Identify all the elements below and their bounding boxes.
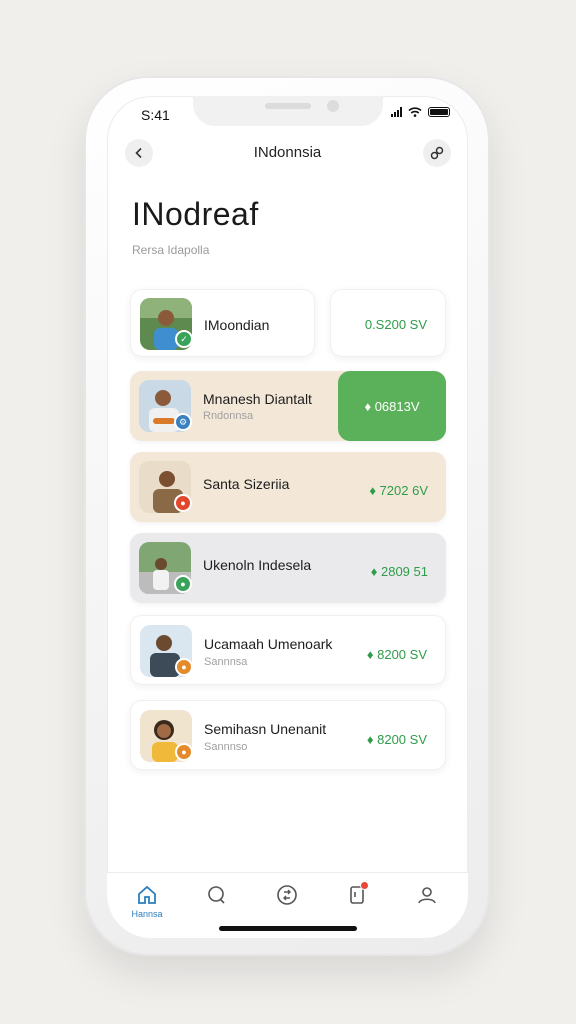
page-subtitle: Rersa Idapolla — [132, 243, 210, 257]
item-name: Semihasn Unenanit — [204, 721, 327, 737]
item-value: ♦ 8200 SV — [366, 732, 427, 747]
list-item[interactable]: ● Ucamaah Umenoark Sannnsa ♦ 8200 SV — [130, 615, 446, 685]
link-button[interactable] — [423, 139, 451, 167]
status-time: S:41 — [141, 107, 170, 123]
tab-chat[interactable] — [197, 883, 237, 923]
speaker-grille — [265, 103, 311, 109]
link-icon — [430, 146, 444, 160]
notification-dot — [360, 881, 369, 890]
list-item[interactable]: ● Ukenoln Indesela ♦ 2809 51 — [130, 533, 446, 603]
list-item[interactable]: ⚙ Mnanesh Diantalt Rndonnsa ♦ 06813V — [130, 371, 446, 441]
phone-screen: S:41 INdonnsia INodreaf Rersa Idapolla ✓… — [107, 96, 468, 938]
volume-down-button — [80, 326, 85, 384]
notch — [193, 96, 383, 126]
highlight-value[interactable]: ♦ 06813V — [338, 371, 446, 441]
home-indicator[interactable] — [219, 926, 357, 931]
wifi-icon — [408, 107, 422, 117]
list-item[interactable]: ● Semihasn Unenanit Sannnso ♦ 8200 SV — [130, 700, 446, 770]
wrench-badge-icon: ⚙ — [174, 413, 192, 431]
tab-home[interactable]: Hannsa — [127, 883, 167, 923]
home-icon — [138, 885, 156, 904]
item-name: IMoondian — [204, 317, 270, 333]
mute-switch — [80, 190, 85, 218]
item-value: ♦ 7202 6V — [369, 483, 428, 498]
tab-home-label: Hannsa — [131, 909, 163, 919]
value-card[interactable]: 0.S200 SV — [330, 289, 446, 357]
chat-icon — [208, 886, 225, 904]
item-name: Ukenoln Indesela — [203, 557, 312, 573]
stage: S:41 INdonnsia INodreaf Rersa Idapolla ✓… — [0, 0, 576, 1024]
user-icon — [418, 887, 436, 904]
item-value: ♦ 2809 51 — [370, 564, 428, 579]
exchange-icon — [277, 885, 297, 905]
check-badge-icon: ✓ — [175, 330, 193, 348]
list-item[interactable]: ✓ IMoondian — [130, 289, 315, 357]
page-title: INodreaf — [132, 196, 259, 232]
header-title: INdonnsia — [253, 144, 322, 161]
front-camera — [327, 100, 339, 112]
food-badge-icon: ● — [175, 743, 193, 761]
item-subtitle: Rndonnsa — [203, 410, 254, 422]
tab-notifications[interactable] — [337, 881, 377, 923]
item-name: Mnanesh Diantalt — [203, 391, 312, 407]
tab-profile[interactable] — [407, 883, 447, 923]
power-button — [490, 286, 495, 376]
item-name: Santa Sizeriia — [203, 476, 290, 492]
item-subtitle: Sannnso — [204, 741, 248, 753]
item-value: ♦ 8200 SV — [366, 647, 427, 662]
food-badge-icon: ● — [175, 658, 193, 676]
volume-up-button — [80, 250, 85, 308]
item-subtitle: Sannnsa — [204, 656, 248, 668]
battery-icon — [428, 107, 450, 117]
leaf-badge-icon: ● — [174, 575, 192, 593]
flame-badge-icon: ● — [174, 494, 192, 512]
status-icons — [391, 107, 450, 117]
item-name: Ucamaah Umenoark — [204, 636, 333, 652]
list-item[interactable]: ● Santa Sizeriia ♦ 7202 6V — [130, 452, 446, 522]
item-value: 0.S200 SV — [364, 317, 427, 332]
tab-exchange[interactable] — [267, 883, 307, 923]
signal-icon — [391, 107, 402, 117]
